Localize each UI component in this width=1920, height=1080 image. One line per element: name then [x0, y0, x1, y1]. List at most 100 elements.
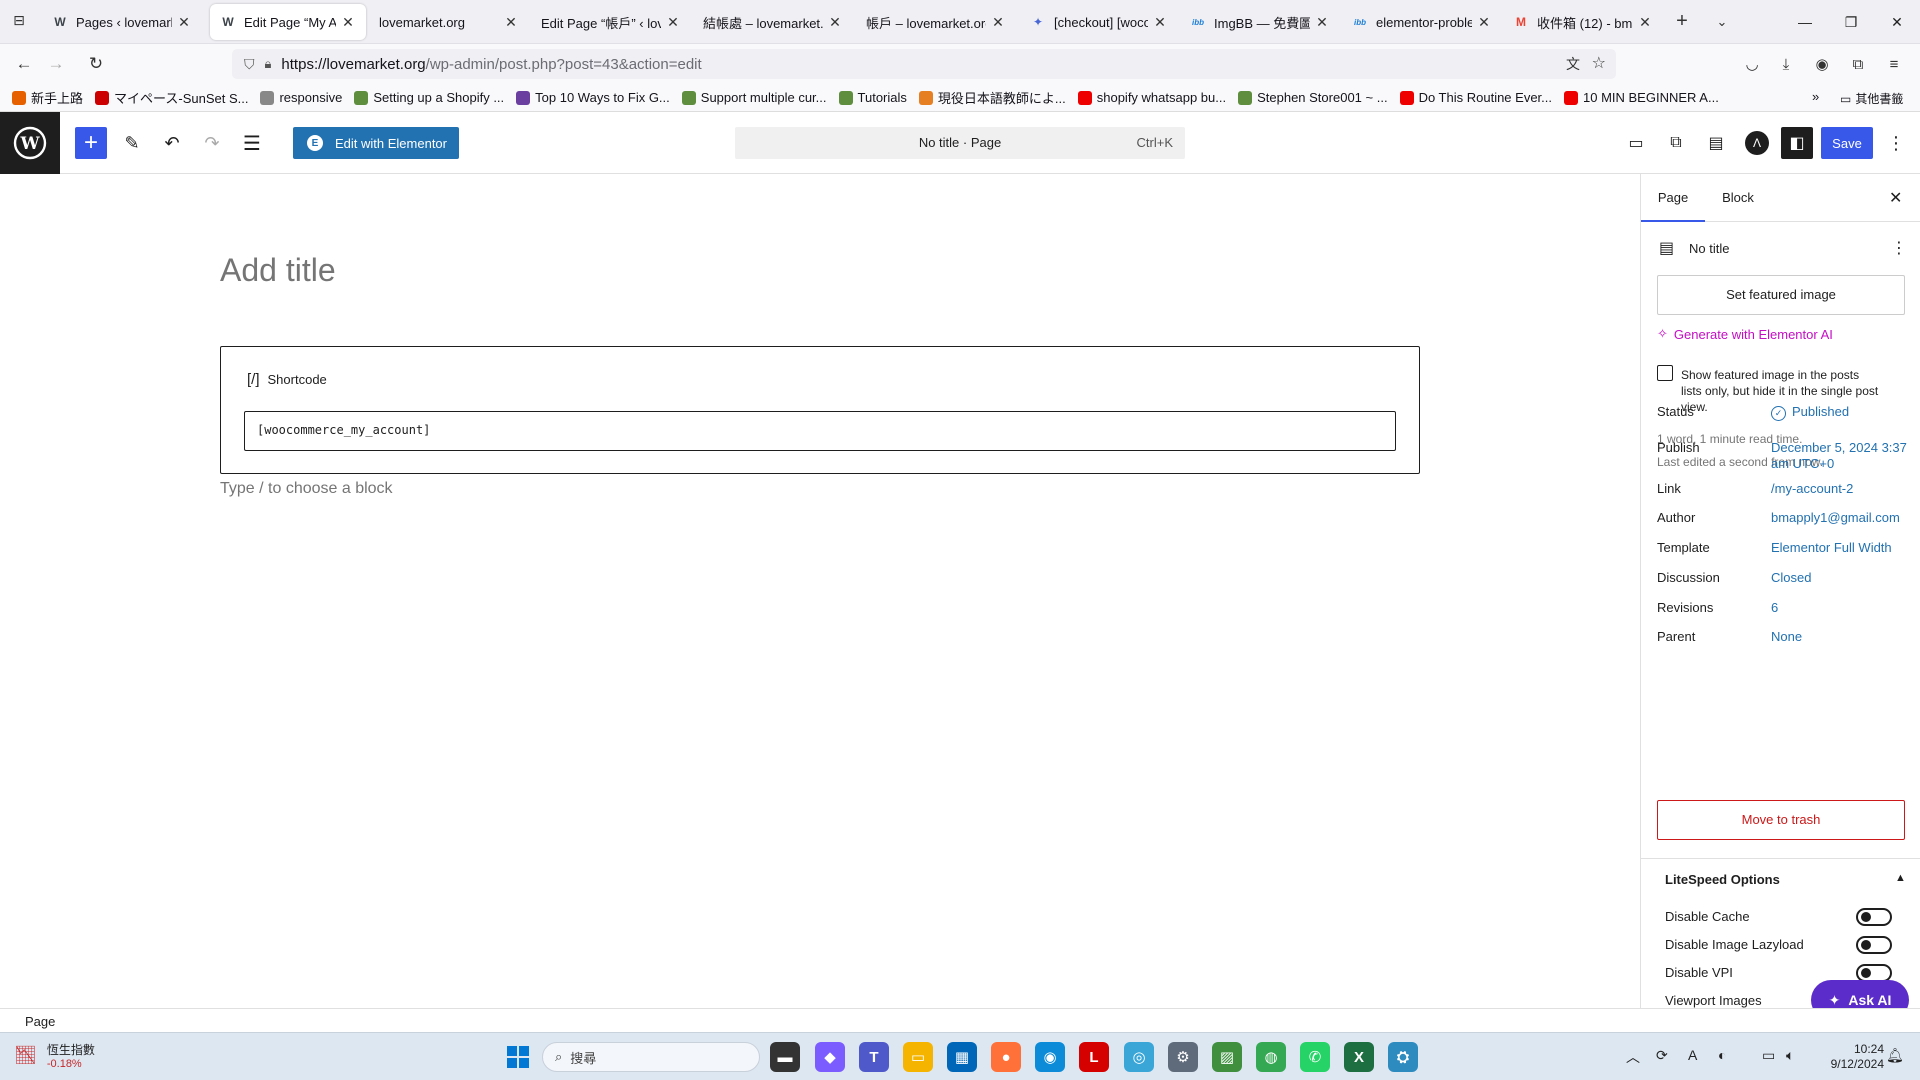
more-options-icon[interactable]: ⋮	[1880, 127, 1912, 159]
wordpress-logo-icon[interactable]: W	[0, 112, 60, 174]
bookmark-item[interactable]: responsive	[260, 90, 342, 105]
network-app-icon[interactable]: ◎	[1124, 1042, 1154, 1072]
edit-with-elementor-button[interactable]: E Edit with Elementor	[293, 127, 459, 159]
close-tab-icon[interactable]: ✕	[503, 14, 519, 31]
back-arrow-icon[interactable]: ←	[10, 50, 38, 78]
l-app-icon[interactable]: L	[1079, 1042, 1109, 1072]
bookmark-item[interactable]: Stephen Store001 ~ ...	[1238, 90, 1388, 105]
browser-tab[interactable]: ibb ImgBB — 免費圖片✕	[1180, 4, 1340, 40]
close-tab-icon[interactable]: ✕	[827, 14, 843, 31]
download-icon[interactable]: ⤓	[1772, 50, 1800, 78]
file-explorer-icon[interactable]: ▭	[903, 1042, 933, 1072]
bookmark-item[interactable]: 10 MIN BEGINNER A...	[1564, 90, 1719, 105]
meta-value-status[interactable]: ✓ Published	[1771, 404, 1911, 421]
speaker-icon[interactable]: 🔈︎	[1786, 1047, 1794, 1064]
redo-icon[interactable]: ↷	[196, 127, 228, 159]
sync-icon[interactable]: ⟳	[1656, 1047, 1668, 1064]
browser-tab[interactable]: W Edit Page “My Accoun✕	[210, 4, 366, 40]
close-tab-icon[interactable]: ✕	[990, 14, 1006, 31]
tab-overflow-chevron-icon[interactable]: ⌄	[1710, 10, 1734, 34]
notification-bell-icon[interactable]: 🔔︎	[1886, 1047, 1904, 1064]
store-icon[interactable]: ▦	[947, 1042, 977, 1072]
ask-ai-button[interactable]: ✦ Ask AI	[1811, 980, 1909, 1008]
browser-tab[interactable]: ✦ [checkout] [wocor ✕	[1020, 4, 1178, 40]
browser-tab[interactable]: 結帳處 – lovemarket.o ✕	[693, 4, 853, 40]
bookmarks-overflow-icon[interactable]: »	[1812, 89, 1819, 104]
move-to-trash-button[interactable]: Move to trash	[1657, 800, 1905, 840]
document-overview-icon[interactable]: ☰	[236, 127, 268, 159]
translate-icon[interactable]: 文	[1566, 54, 1580, 74]
meta-value-publish[interactable]: December 5, 2024 3:37 am UTC+0	[1771, 440, 1911, 472]
close-tab-icon[interactable]: ✕	[1637, 14, 1653, 31]
close-tab-icon[interactable]: ✕	[1476, 14, 1492, 31]
meta-value-author[interactable]: bmapply1@gmail.com	[1771, 510, 1911, 526]
shield-icon[interactable]: ⛉	[244, 56, 255, 73]
task-view-icon[interactable]: ▬	[770, 1042, 800, 1072]
view-post-external-icon[interactable]: ⧉	[1660, 127, 1692, 159]
tray-chevron-icon[interactable]: ︿	[1626, 1047, 1640, 1067]
elementor-template-icon[interactable]: ▤	[1700, 127, 1732, 159]
extensions-icon[interactable]: ⧉	[1844, 50, 1872, 78]
pocket-icon[interactable]: ◡	[1738, 50, 1766, 78]
bookmark-item[interactable]: マイペース-SunSet S...	[95, 88, 248, 107]
astra-icon[interactable]: Λ	[1741, 127, 1773, 159]
font-icon[interactable]: A	[1688, 1047, 1697, 1063]
firefox-icon[interactable]: ●	[991, 1042, 1021, 1072]
new-tab-button[interactable]: +	[1670, 10, 1694, 34]
bookmark-item[interactable]: Support multiple cur...	[681, 90, 827, 105]
restore-button[interactable]: ❐	[1828, 6, 1874, 38]
generate-ai-link[interactable]: ✧ Generate with Elementor AI	[1657, 326, 1833, 342]
bookmark-item[interactable]: Setting up a Shopify ...	[354, 90, 504, 105]
copilot-icon[interactable]: ◆	[815, 1042, 845, 1072]
whatsapp-icon[interactable]: ✆	[1300, 1042, 1330, 1072]
block-appender[interactable]: Type / to choose a block	[220, 480, 393, 498]
bookmark-item[interactable]: Top 10 Ways to Fix G...	[516, 90, 670, 105]
close-tab-icon[interactable]: ✕	[665, 14, 681, 31]
document-actions-icon[interactable]: ⋮	[1891, 238, 1907, 258]
menu-icon[interactable]: ≡	[1880, 50, 1908, 78]
shortcode-block[interactable]: [/] Shortcode [woocommerce_my_account]	[220, 346, 1420, 474]
bookmark-item[interactable]: 現役日本語教師によ...	[918, 88, 1066, 107]
settings-sidebar-toggle-icon[interactable]: ◧	[1781, 127, 1813, 159]
browser-tab[interactable]: W Pages ‹ lovemarket.or✕	[42, 4, 202, 40]
bookmark-item[interactable]: Tutorials	[838, 90, 907, 105]
network-icon[interactable]: ▭	[1762, 1047, 1775, 1064]
chrome-icon[interactable]: ◍	[1256, 1042, 1286, 1072]
undo-icon[interactable]: ↶	[156, 127, 188, 159]
meta-value-template[interactable]: Elementor Full Width	[1771, 540, 1911, 556]
litespeed-toggle[interactable]	[1856, 908, 1892, 926]
reload-icon[interactable]: ↻	[82, 50, 110, 78]
close-tab-icon[interactable]: ✕	[340, 14, 356, 31]
start-windows-icon[interactable]	[503, 1042, 533, 1072]
close-tab-icon[interactable]: ✕	[1152, 14, 1168, 31]
preview-device-icon[interactable]: ▭	[1620, 127, 1652, 159]
settings-gear-icon[interactable]: ⚙	[1168, 1042, 1198, 1072]
remote-icon[interactable]: ⛭	[1388, 1042, 1418, 1072]
close-sidebar-icon[interactable]: ✕	[1889, 188, 1902, 208]
litespeed-panel-title[interactable]: LiteSpeed Options	[1665, 872, 1780, 887]
browser-tab[interactable]: 帳戶 – lovemarket.org ✕	[856, 4, 1016, 40]
close-window-button[interactable]: ✕	[1874, 6, 1920, 38]
browser-tab[interactable]: lovemarket.org ✕	[369, 4, 529, 40]
block-inserter-button[interactable]: +	[75, 127, 107, 159]
tab-block[interactable]: Block	[1705, 174, 1771, 222]
chart-app-icon[interactable]: ▨	[1212, 1042, 1242, 1072]
forward-arrow-icon[interactable]: →	[42, 50, 70, 78]
meta-value-revisions[interactable]: 6	[1771, 600, 1911, 616]
close-tab-icon[interactable]: ✕	[176, 14, 192, 31]
bookmark-item[interactable]: 新手上路	[12, 88, 83, 107]
show-featured-checkbox[interactable]	[1657, 365, 1673, 381]
meta-value-parent[interactable]: None	[1771, 629, 1911, 645]
bookmark-item[interactable]: Do This Routine Ever...	[1399, 90, 1552, 105]
edge-icon[interactable]: ◉	[1035, 1042, 1065, 1072]
meta-value-discussion[interactable]: Closed	[1771, 570, 1911, 586]
tab-page[interactable]: Page	[1641, 174, 1705, 222]
browser-tab[interactable]: ibb elementor-proble ✕	[1342, 4, 1502, 40]
taskbar-search[interactable]: ⌕ 搜尋	[542, 1042, 760, 1072]
url-bar[interactable]: ⛉ 🔒︎ https://lovemarket.org/wp-admin/pos…	[232, 49, 1616, 79]
close-tab-icon[interactable]: ✕	[1314, 14, 1330, 31]
clock[interactable]: 10:24 9/12/2024	[1812, 1042, 1884, 1072]
bookmark-item[interactable]: shopify whatsapp bu...	[1077, 90, 1226, 105]
other-bookmarks[interactable]: ▭ 其他書籤	[1840, 90, 1903, 107]
post-title-input[interactable]: Add title	[220, 252, 336, 289]
